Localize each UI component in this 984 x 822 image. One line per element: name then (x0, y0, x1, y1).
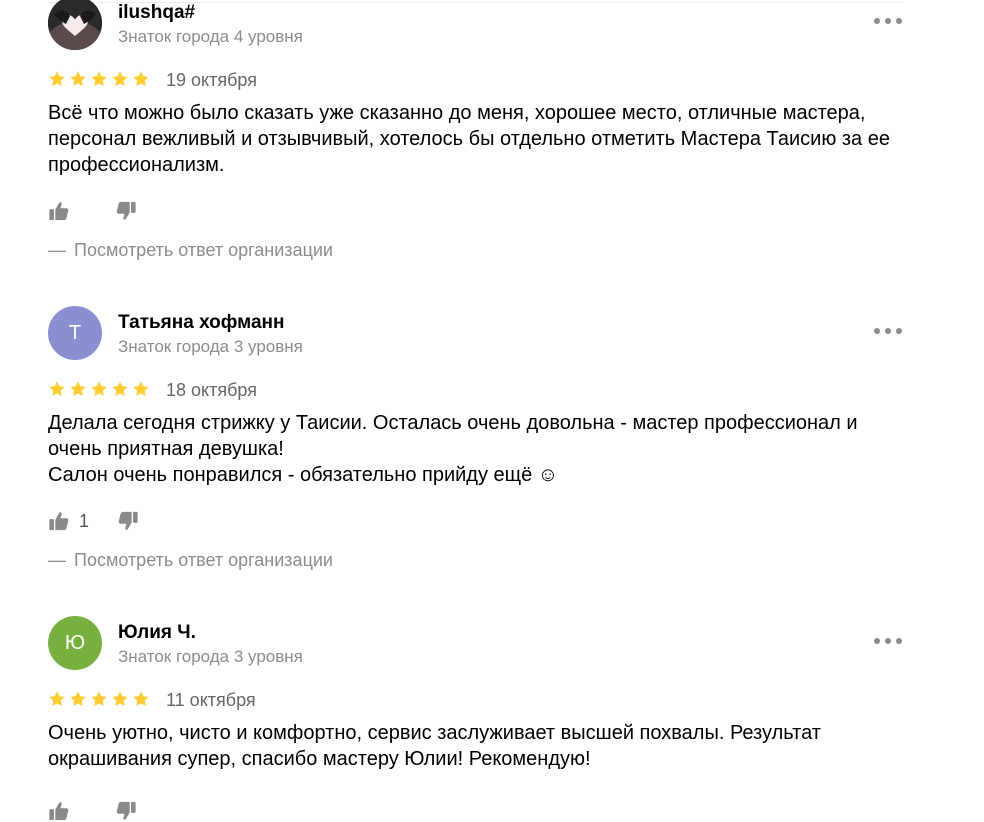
dislike-button[interactable] (115, 800, 137, 822)
star-icon (69, 70, 87, 88)
more-dots-icon[interactable] (874, 324, 902, 338)
star-icon (48, 690, 66, 708)
star-icon (69, 380, 87, 398)
dislike-button[interactable] (117, 510, 139, 532)
review-date: 11 октября (166, 690, 256, 710)
review-date: 18 октября (166, 380, 257, 400)
review-card: Ю Юлия Ч. Знаток города 3 уровня 11 октября… (48, 616, 908, 821)
more-dots-icon[interactable] (874, 634, 902, 648)
reactions (48, 200, 137, 222)
more-dots-icon[interactable] (874, 14, 902, 28)
star-icon (111, 70, 129, 88)
author-name[interactable]: Татьяна хофманн (118, 311, 285, 335)
review-text-line: Салон очень понравился - обязательно при… (48, 464, 559, 486)
like-button[interactable]: 1 (48, 510, 89, 532)
review-text-line: Очень уютно, чисто и комфортно, сервис з… (48, 722, 821, 770)
rating-stars (48, 380, 150, 398)
author-level: Знаток города 4 уровня (118, 27, 303, 46)
star-icon (132, 70, 150, 88)
answer-link-label: Посмотреть ответ организации (74, 550, 333, 570)
thumbs-up-icon (48, 510, 70, 532)
reactions (48, 800, 137, 822)
thumbs-down-icon (117, 510, 139, 532)
dash-icon: — (48, 240, 66, 260)
avatar[interactable]: Ю (48, 616, 102, 670)
avatar-letter: Т (68, 321, 82, 344)
star-icon (132, 380, 150, 398)
show-organization-answer-link[interactable]: — Посмотреть ответ организации (48, 239, 333, 261)
star-icon (90, 690, 108, 708)
author-name[interactable]: Юлия Ч. (118, 621, 196, 645)
show-organization-answer-link[interactable]: — Посмотреть ответ организации (48, 549, 333, 571)
thumbs-up-icon (48, 200, 70, 222)
star-icon (48, 70, 66, 88)
review-text-line: Делала сегодня стрижку у Таисии. Осталас… (48, 412, 858, 460)
review-text: Делала сегодня стрижку у Таисии. Осталас… (48, 410, 908, 488)
author-level: Знаток города 3 уровня (118, 337, 303, 356)
review-text: Очень уютно, чисто и комфортно, сервис з… (48, 720, 908, 772)
star-icon (48, 380, 66, 398)
like-count: 1 (79, 510, 90, 531)
avatar[interactable]: Т (48, 306, 102, 360)
thumbs-down-icon (115, 800, 137, 822)
dash-icon: — (48, 550, 66, 570)
avatar[interactable] (48, 0, 102, 50)
star-icon (132, 690, 150, 708)
star-icon (111, 380, 129, 398)
like-button[interactable] (48, 200, 87, 222)
review-text: Всё что можно было сказать уже сказанно … (48, 100, 908, 178)
review-card: ilushqa# Знаток города 4 уровня 19 октября… (48, 0, 908, 266)
like-button[interactable] (48, 800, 87, 822)
avatar-letter: Ю (64, 631, 86, 654)
review-card: Т Татьяна хофманн Знаток города 3 уровня 18… (48, 306, 908, 576)
star-icon (90, 70, 108, 88)
review-date: 19 октября (166, 70, 257, 90)
thumbs-up-icon (48, 800, 70, 822)
thumbs-down-icon (115, 200, 137, 222)
rating-stars (48, 690, 150, 708)
review-text-line: Всё что можно было сказать уже сказанно … (48, 102, 890, 176)
star-icon (69, 690, 87, 708)
answer-link-label: Посмотреть ответ организации (74, 240, 333, 260)
author-name[interactable]: ilushqa# (118, 1, 195, 25)
author-level: Знаток города 3 уровня (118, 647, 303, 666)
star-icon (111, 690, 129, 708)
dislike-button[interactable] (115, 200, 137, 222)
star-icon (90, 380, 108, 398)
reactions: 1 (48, 510, 139, 532)
rating-stars (48, 70, 150, 88)
